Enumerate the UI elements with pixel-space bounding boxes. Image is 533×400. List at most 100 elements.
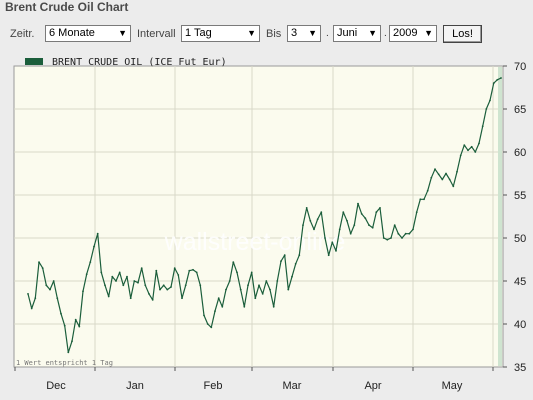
data-point bbox=[335, 250, 337, 252]
data-point bbox=[500, 77, 502, 79]
data-point bbox=[276, 280, 279, 282]
data-point bbox=[206, 323, 209, 325]
data-point bbox=[305, 207, 308, 209]
data-point bbox=[463, 144, 466, 146]
dropdown-arrow-icon: ▼ bbox=[368, 28, 377, 38]
data-point bbox=[166, 288, 169, 291]
current-date-marker bbox=[498, 67, 502, 366]
data-point bbox=[298, 254, 301, 257]
price-chart: wallstreet-online BRENT CRUDE OIL (ICE F… bbox=[0, 50, 533, 400]
x-tick-label: May bbox=[442, 380, 463, 392]
data-point bbox=[67, 351, 70, 354]
data-point bbox=[283, 254, 286, 257]
data-point bbox=[111, 275, 114, 278]
dropdown-arrow-icon: ▼ bbox=[118, 28, 127, 38]
data-point bbox=[474, 151, 477, 153]
y-tick-label: 65 bbox=[514, 104, 526, 116]
year-select[interactable]: 2009 ▼ bbox=[389, 25, 437, 42]
data-point bbox=[225, 288, 227, 291]
data-point bbox=[228, 280, 231, 282]
data-point bbox=[129, 297, 132, 300]
data-point bbox=[140, 267, 143, 269]
data-point bbox=[78, 325, 81, 328]
data-point bbox=[478, 142, 480, 145]
data-point bbox=[412, 228, 414, 231]
data-point bbox=[302, 224, 304, 227]
submit-button[interactable]: Los! bbox=[443, 25, 482, 43]
bis-label: Bis bbox=[266, 28, 282, 40]
data-point bbox=[133, 280, 136, 282]
y-axis: 35 40 45 50 55 60 65 70 bbox=[503, 61, 526, 374]
month-select[interactable]: Juni ▼ bbox=[333, 25, 381, 42]
data-point bbox=[96, 232, 99, 235]
data-point bbox=[309, 219, 312, 222]
y-tick-label: 60 bbox=[514, 147, 526, 159]
data-point bbox=[27, 293, 29, 295]
data-point bbox=[426, 189, 429, 192]
data-point bbox=[459, 154, 462, 157]
data-point bbox=[148, 293, 150, 295]
data-point bbox=[320, 211, 323, 214]
zeitraum-label: Zeitr. bbox=[10, 28, 35, 40]
data-point bbox=[56, 297, 59, 300]
data-point bbox=[419, 198, 422, 201]
day-select[interactable]: 3 ▼ bbox=[287, 25, 321, 42]
data-point bbox=[49, 288, 51, 291]
intervall-select[interactable]: 1 Tag ▼ bbox=[181, 25, 260, 42]
data-point bbox=[338, 228, 341, 231]
data-point bbox=[144, 284, 147, 287]
data-point bbox=[441, 178, 444, 181]
data-point bbox=[115, 280, 117, 282]
data-point bbox=[258, 284, 260, 287]
data-point bbox=[41, 267, 44, 269]
data-point bbox=[60, 312, 62, 315]
y-tick-label: 50 bbox=[514, 233, 526, 245]
intervall-value: 1 Tag bbox=[185, 27, 212, 39]
data-point bbox=[71, 340, 73, 343]
data-point bbox=[489, 99, 491, 102]
data-point bbox=[221, 305, 224, 308]
y-tick-label: 45 bbox=[514, 276, 526, 288]
x-tick-label: Feb bbox=[204, 380, 223, 392]
y-tick-label: 70 bbox=[514, 61, 526, 73]
data-point bbox=[89, 261, 92, 263]
data-point bbox=[397, 232, 400, 235]
x-tick-label: Jan bbox=[126, 380, 144, 392]
data-point bbox=[485, 108, 488, 110]
data-point bbox=[93, 245, 95, 248]
data-point bbox=[437, 173, 440, 176]
data-point bbox=[393, 224, 396, 227]
data-point bbox=[371, 226, 374, 229]
data-point bbox=[357, 202, 359, 205]
data-point bbox=[173, 267, 176, 269]
data-point bbox=[272, 305, 275, 308]
year-value: 2009 bbox=[393, 27, 418, 39]
zeitraum-value: 6 Monate bbox=[49, 27, 95, 39]
data-point bbox=[63, 324, 66, 327]
data-point bbox=[30, 307, 33, 310]
data-point bbox=[126, 275, 128, 278]
data-point bbox=[423, 198, 425, 201]
data-point bbox=[368, 224, 370, 227]
data-point bbox=[107, 295, 110, 298]
data-point bbox=[177, 274, 180, 276]
data-point bbox=[456, 170, 458, 173]
x-axis: Dec Jan Feb Mar Apr May bbox=[14, 367, 494, 392]
data-point bbox=[104, 284, 106, 287]
data-point bbox=[155, 269, 158, 272]
page-title: Brent Crude Oil Chart bbox=[5, 0, 129, 14]
data-point bbox=[34, 297, 37, 300]
data-point bbox=[313, 228, 315, 231]
data-point bbox=[481, 125, 484, 128]
date-separator: . bbox=[384, 28, 387, 39]
data-point bbox=[265, 280, 268, 282]
chart-svg: wallstreet-online BRENT CRUDE OIL (ICE F… bbox=[13, 57, 526, 392]
data-point bbox=[324, 237, 326, 239]
data-point bbox=[408, 232, 411, 235]
data-point bbox=[203, 314, 205, 317]
zeitraum-select[interactable]: 6 Monate ▼ bbox=[45, 25, 131, 42]
data-point bbox=[353, 224, 356, 227]
dropdown-arrow-icon: ▼ bbox=[424, 28, 433, 38]
data-point bbox=[401, 237, 403, 239]
data-point bbox=[445, 172, 447, 175]
